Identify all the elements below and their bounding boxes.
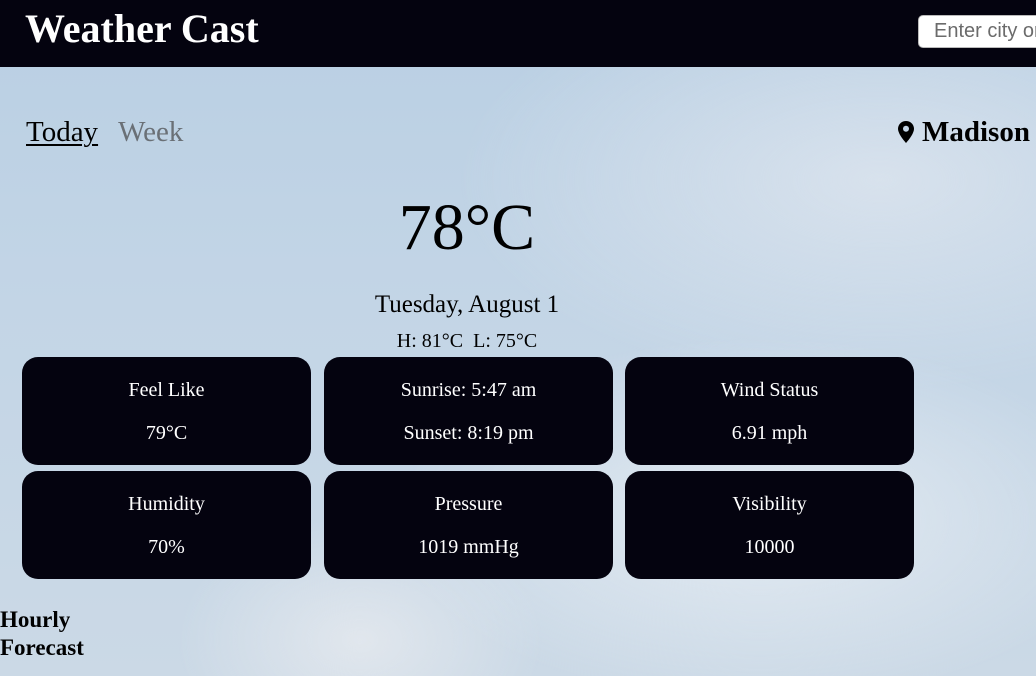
current-temperature: 78°C [398,191,536,264]
sunrise-sunset-card: Sunrise: 5:47 am Sunset: 8:19 pm [324,357,613,465]
feel-like-label: Feel Like [128,378,205,401]
wind-status-label: Wind Status [720,378,819,401]
current-location: Madison [898,112,1030,152]
sunset-time: Sunset: 8:19 pm [403,421,534,444]
city-name: Madison [922,116,1030,148]
pressure-card: Pressure 1019 mmHg [324,471,613,579]
top-nav-bar: Weather Cast [0,0,1036,67]
feel-like-value: 79°C [145,421,188,444]
wind-status-value: 6.91 mph [731,421,808,444]
feel-like-card: Feel Like 79°C [22,357,311,465]
city-search-input[interactable] [918,15,1036,48]
current-date: Tuesday, August 1 [374,291,560,318]
pressure-label: Pressure [434,492,503,515]
high-low-temperature: H: 81°C L: 75°C [396,330,538,352]
tab-today[interactable]: Today [26,112,98,152]
view-tabs: Today Week [26,112,183,152]
visibility-label: Visibility [732,492,807,515]
visibility-value: 10000 [744,535,795,558]
location-pin-icon [898,121,914,143]
humidity-card: Humidity 70% [22,471,311,579]
app-title: Weather Cast [25,6,259,51]
sunrise-time: Sunrise: 5:47 am [400,378,537,401]
tab-week[interactable]: Week [118,112,183,152]
wind-status-card: Wind Status 6.91 mph [625,357,914,465]
humidity-label: Humidity [128,492,205,515]
humidity-value: 70% [148,535,185,558]
visibility-card: Visibility 10000 [625,471,914,579]
pressure-value: 1019 mmHg [418,535,519,558]
hourly-forecast-heading: Hourly Forecast [0,607,84,660]
